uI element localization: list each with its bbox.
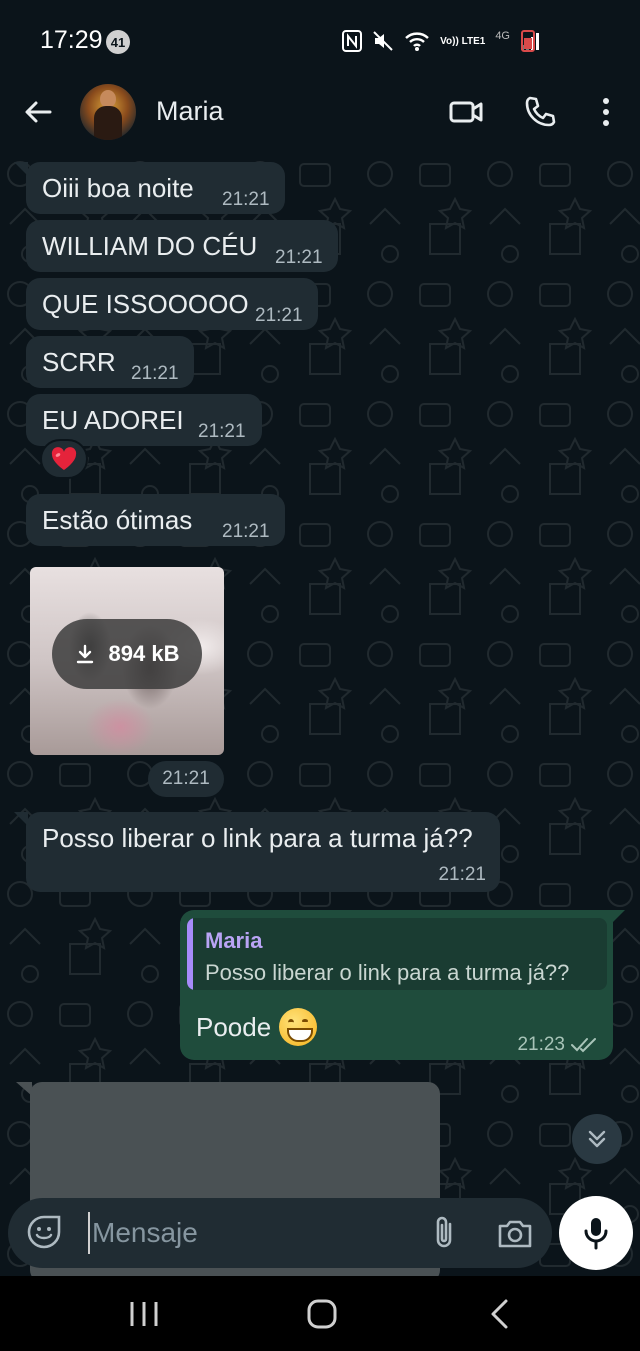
voice-record-button[interactable] bbox=[559, 1196, 633, 1270]
quoted-message[interactable]: Maria Posso liberar o link para a turma … bbox=[187, 918, 607, 990]
phone-call-icon[interactable] bbox=[522, 94, 558, 130]
back-arrow-icon[interactable] bbox=[20, 94, 56, 130]
double-chevron-down-icon bbox=[588, 1130, 606, 1148]
message-time: 21:21 bbox=[198, 421, 246, 442]
message-text: EU ADOREI bbox=[42, 405, 184, 435]
outgoing-text-row: Poode bbox=[196, 1008, 318, 1046]
message-text: Oiii boa noite bbox=[42, 173, 194, 203]
grinning-face-emoji-icon bbox=[279, 1008, 318, 1046]
quote-author: Maria bbox=[205, 928, 263, 953]
message-text: SCRR bbox=[42, 347, 116, 377]
camera-icon[interactable] bbox=[496, 1214, 534, 1252]
message-text: Poode bbox=[196, 1011, 272, 1042]
chat-header: Maria bbox=[0, 78, 640, 154]
download-icon bbox=[76, 644, 93, 664]
message-input[interactable]: Mensaje bbox=[92, 1217, 198, 1249]
chat-area[interactable]: Oiii boa noite 21:21 WILLIAM DO CÉU 21:2… bbox=[0, 154, 640, 1276]
message-composer[interactable]: Mensaje bbox=[8, 1198, 552, 1268]
status-time: 17:29 bbox=[40, 26, 103, 54]
microphone-icon bbox=[584, 1218, 608, 1250]
message-text: WILLIAM DO CÉU bbox=[42, 231, 258, 261]
message-text: Posso liberar o link para a turma já?? bbox=[42, 823, 473, 853]
message-time: 21:21 bbox=[438, 864, 486, 885]
quote-accent-bar bbox=[187, 918, 193, 990]
message-bubble-in[interactable]: Oiii boa noite 21:21 bbox=[14, 162, 285, 214]
download-button[interactable]: 894 kB bbox=[52, 619, 202, 689]
notification-count-badge: 41 bbox=[106, 30, 130, 54]
text-caret bbox=[88, 1212, 90, 1254]
media-time: 21:21 bbox=[148, 761, 224, 797]
wifi-icon bbox=[405, 32, 429, 51]
sticker-emoji-icon[interactable] bbox=[26, 1214, 62, 1250]
heart-reaction[interactable] bbox=[40, 439, 88, 479]
message-time: 21:21 bbox=[275, 247, 323, 268]
file-size-label: 894 kB bbox=[108, 641, 180, 666]
contact-avatar[interactable] bbox=[80, 84, 136, 140]
system-nav-bar bbox=[0, 1276, 640, 1351]
message-time: 21:21 bbox=[131, 363, 179, 384]
message-time: 21:21 bbox=[222, 189, 270, 210]
message-time: 21:23 bbox=[517, 1034, 565, 1055]
scroll-to-bottom-button[interactable] bbox=[572, 1114, 622, 1164]
message-bubble-in[interactable]: SCRR 21:21 bbox=[26, 336, 194, 388]
message-bubble-in[interactable]: Posso liberar o link para a turma já?? 2… bbox=[14, 812, 500, 892]
recent-apps-icon[interactable] bbox=[124, 1294, 164, 1334]
battery-icon bbox=[521, 30, 535, 52]
message-time: 21:21 bbox=[255, 305, 303, 326]
double-check-icon bbox=[571, 1038, 596, 1053]
message-bubble-out[interactable]: Maria Posso liberar o link para a turma … bbox=[180, 910, 625, 1060]
message-bubble-in[interactable]: QUE ISSOOOOO 21:21 bbox=[26, 278, 318, 330]
message-time: 21:21 bbox=[222, 521, 270, 542]
nfc-icon bbox=[342, 30, 363, 52]
message-text: Estão ótimas bbox=[42, 505, 193, 535]
outgoing-meta: 21:23 bbox=[517, 1034, 599, 1056]
message-bubble-in[interactable]: Estão ótimas 21:21 bbox=[26, 494, 285, 546]
more-options-icon[interactable] bbox=[588, 94, 624, 130]
attach-clip-icon[interactable] bbox=[426, 1214, 462, 1252]
image-thumbnail-blurred[interactable]: 894 kB bbox=[30, 567, 224, 755]
back-nav-icon[interactable] bbox=[480, 1294, 520, 1334]
network-type-label: 4G bbox=[495, 30, 510, 42]
mute-icon bbox=[373, 31, 393, 51]
status-icons: Vo)) LTE1 4G bbox=[342, 26, 540, 56]
heart-icon bbox=[51, 447, 77, 470]
message-bubble-in[interactable]: WILLIAM DO CÉU 21:21 bbox=[26, 220, 338, 272]
quote-text: Posso liberar o link para a turma já?? bbox=[205, 960, 570, 985]
home-icon[interactable] bbox=[302, 1294, 342, 1334]
volte-label: Vo)) LTE1 bbox=[440, 35, 486, 47]
message-text: QUE ISSOOOOO bbox=[42, 289, 249, 319]
contact-name[interactable]: Maria bbox=[156, 96, 224, 127]
video-call-icon[interactable] bbox=[448, 94, 484, 130]
status-bar: 17:29 41 Vo)) LTE1 4G bbox=[0, 0, 640, 78]
